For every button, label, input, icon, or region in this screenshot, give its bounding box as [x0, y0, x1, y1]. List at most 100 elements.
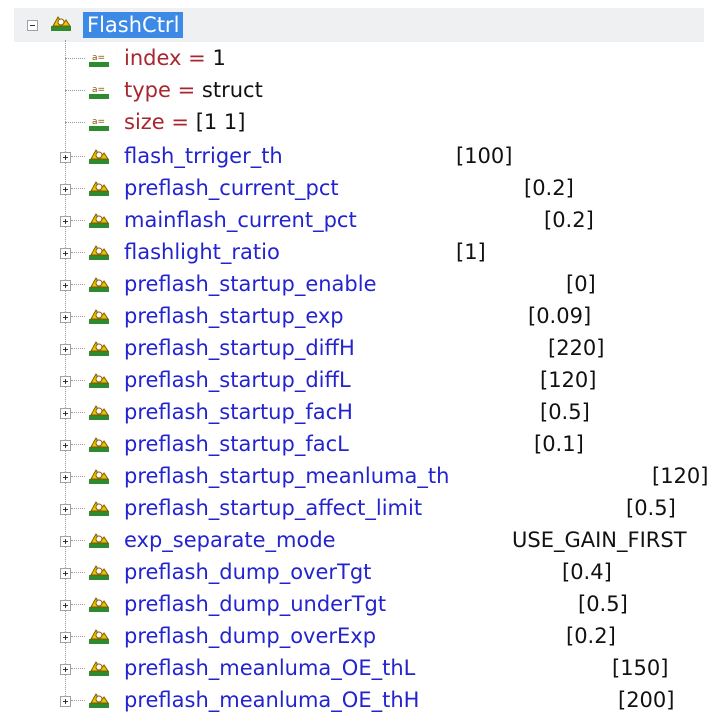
expand-toggle[interactable]: [60, 408, 71, 419]
node-name: preflash_current_pct: [124, 176, 339, 200]
tree-connector: [71, 252, 85, 253]
expand-toggle[interactable]: [60, 600, 71, 611]
tree-row-node[interactable]: preflash_dump_underTgt [0.5]: [0, 590, 718, 622]
expand-toggle[interactable]: [60, 184, 71, 195]
node-name: flash_trriger_th: [124, 144, 283, 168]
node-name: preflash_startup_meanluma_th: [124, 464, 450, 488]
node-name: preflash_meanluma_OE_thH: [124, 688, 420, 712]
tree-connector: [71, 508, 85, 509]
node-value: [0.5]: [540, 400, 590, 424]
expand-toggle[interactable]: [60, 536, 71, 547]
tree-connector: [71, 348, 85, 349]
node-name: preflash_startup_affect_limit: [124, 496, 423, 520]
node-name: exp_separate_mode: [124, 528, 336, 552]
expand-toggle[interactable]: [60, 696, 71, 707]
struct-node-icon: [89, 693, 109, 708]
svg-text:a=: a=: [92, 117, 105, 127]
node-value: USE_GAIN_FIRST: [512, 528, 687, 552]
expand-toggle[interactable]: [60, 312, 71, 323]
node-name: preflash_dump_overTgt: [124, 560, 372, 584]
tree-row-node[interactable]: mainflash_current_pct [0.2]: [0, 206, 718, 238]
node-name: preflash_dump_overExp: [124, 624, 377, 648]
tree-row-node[interactable]: preflash_startup_exp [0.09]: [0, 302, 718, 334]
tree-row-node[interactable]: flash_trriger_th [100]: [0, 142, 718, 174]
node-name: preflash_startup_diffH: [124, 336, 355, 360]
expand-toggle[interactable]: [60, 280, 71, 291]
tree-row-node[interactable]: preflash_startup_affect_limit [0.5]: [0, 494, 718, 526]
tree-row-node[interactable]: preflash_meanluma_OE_thH [200]: [0, 686, 718, 718]
param-operator: =: [177, 78, 196, 102]
tree-connector: [71, 220, 85, 221]
expand-toggle[interactable]: [60, 440, 71, 451]
tree-row-param[interactable]: a= size = [1 1]: [0, 108, 718, 140]
node-value: [0]: [566, 272, 596, 296]
tree-row-node[interactable]: preflash_startup_enable [0]: [0, 270, 718, 302]
struct-node-icon: [51, 16, 71, 31]
node-value: [0.2]: [566, 624, 616, 648]
expand-toggle[interactable]: [60, 344, 71, 355]
tree-row-param[interactable]: a= index = 1: [0, 44, 718, 76]
param-value: 1: [212, 46, 226, 70]
node-value: [0.2]: [524, 176, 574, 200]
tree-connector: [65, 58, 85, 59]
collapse-toggle[interactable]: [27, 20, 38, 31]
node-name: mainflash_current_pct: [124, 208, 357, 232]
struct-node-icon: [89, 501, 109, 516]
tree-row-root[interactable]: FlashCtrl: [0, 8, 718, 44]
expand-toggle[interactable]: [60, 248, 71, 259]
tree-connector: [71, 572, 85, 573]
struct-node-icon: [89, 405, 109, 420]
node-value: [0.09]: [528, 304, 592, 328]
tree-row-param[interactable]: a= type = struct: [0, 76, 718, 108]
tree-row-node[interactable]: flashlight_ratio [1]: [0, 238, 718, 270]
expand-toggle[interactable]: [60, 664, 71, 675]
tree-connector: [65, 90, 85, 91]
node-value: [1]: [456, 240, 486, 264]
root-label[interactable]: FlashCtrl: [83, 12, 184, 38]
node-value: [0.4]: [562, 560, 612, 584]
tree-row-node[interactable]: preflash_startup_diffL [120]: [0, 366, 718, 398]
tree-connector: [65, 122, 85, 123]
node-name: preflash_startup_exp: [124, 304, 344, 328]
tree-row-node[interactable]: exp_separate_mode USE_GAIN_FIRST: [0, 526, 718, 558]
node-name: preflash_startup_diffL: [124, 368, 351, 392]
expand-toggle[interactable]: [60, 216, 71, 227]
expand-toggle[interactable]: [60, 472, 71, 483]
parameter-icon: a=: [89, 53, 109, 67]
node-value: [200]: [618, 688, 675, 712]
struct-tree: FlashCtrl a= index = 1 a= type = struct: [0, 0, 718, 716]
tree-row-node[interactable]: preflash_meanluma_OE_thL [150]: [0, 654, 718, 686]
struct-node-icon: [89, 309, 109, 324]
tree-row-node[interactable]: preflash_startup_facH [0.5]: [0, 398, 718, 430]
struct-node-icon: [89, 661, 109, 676]
tree-row-node[interactable]: preflash_startup_facL [0.1]: [0, 430, 718, 462]
tree-row-node[interactable]: preflash_dump_overExp [0.2]: [0, 622, 718, 654]
tree-row-node[interactable]: preflash_startup_meanluma_th [120]: [0, 462, 718, 494]
expand-toggle[interactable]: [60, 376, 71, 387]
tree-row-node[interactable]: preflash_dump_overTgt [0.4]: [0, 558, 718, 590]
struct-node-icon: [89, 629, 109, 644]
svg-text:a=: a=: [92, 53, 105, 63]
param-name: size: [124, 110, 165, 134]
expand-toggle[interactable]: [60, 152, 71, 163]
expand-toggle[interactable]: [60, 632, 71, 643]
node-value: [220]: [548, 336, 605, 360]
node-value: [0.2]: [544, 208, 594, 232]
struct-node-icon: [89, 597, 109, 612]
tree-connector: [71, 444, 85, 445]
node-value: [100]: [456, 144, 513, 168]
struct-node-icon: [89, 277, 109, 292]
expand-toggle[interactable]: [60, 504, 71, 515]
tree-row-node[interactable]: preflash_current_pct [0.2]: [0, 174, 718, 206]
struct-node-icon: [89, 565, 109, 580]
param-value: [1 1]: [195, 110, 246, 134]
expand-toggle[interactable]: [60, 568, 71, 579]
tree-connector: [71, 636, 85, 637]
node-value: [120]: [540, 368, 597, 392]
node-name: preflash_startup_enable: [124, 272, 377, 296]
node-value: [0.5]: [626, 496, 676, 520]
node-name: preflash_dump_underTgt: [124, 592, 387, 616]
tree-row-node[interactable]: preflash_startup_diffH [220]: [0, 334, 718, 366]
tree-connector: [71, 700, 85, 701]
parameter-icon: a=: [89, 85, 109, 99]
